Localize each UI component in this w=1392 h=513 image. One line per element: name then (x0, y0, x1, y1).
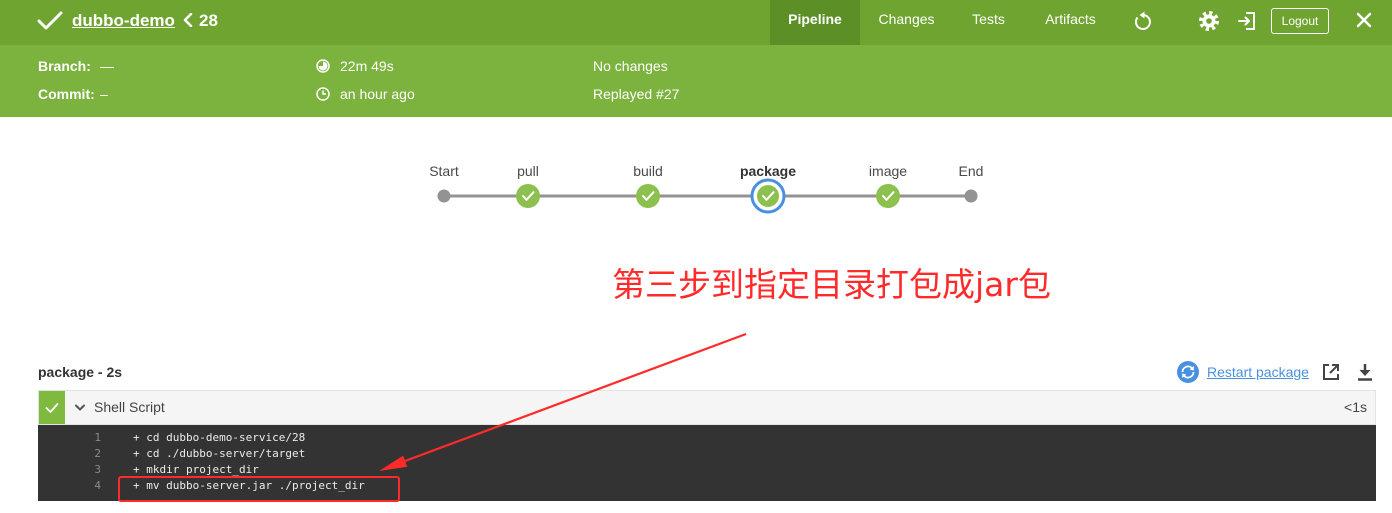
clock-icon (316, 87, 330, 101)
stage-node-build[interactable] (636, 184, 660, 208)
log-line-number[interactable]: 4 (38, 478, 101, 494)
commit-value: – (100, 86, 108, 102)
step-duration: <1s (1344, 399, 1367, 415)
run-number: 28 (199, 11, 218, 30)
log-line-text: + cd dubbo-demo-service/28 (133, 431, 306, 444)
gear-icon[interactable] (1198, 10, 1220, 32)
logout-button[interactable]: Logout (1271, 8, 1329, 34)
commit-label: Commit: (38, 86, 95, 102)
log-line-text: + cd ./dubbo-server/target (133, 447, 306, 460)
arrow-head (379, 455, 408, 471)
chevron-down-icon[interactable] (74, 403, 86, 413)
run-summary: Branch: — Commit: – 22m 49s an hour ago … (0, 45, 1392, 117)
stage-node-image[interactable] (876, 184, 900, 208)
exit-icon[interactable] (1237, 11, 1257, 31)
restart-stage-link[interactable]: Restart package (1207, 364, 1309, 380)
stage-node-start (437, 189, 451, 203)
pie-timer-icon (316, 59, 330, 73)
chevron-left-icon (183, 13, 193, 27)
tab-changes[interactable]: Changes (866, 0, 947, 45)
annotation-text: 第三步到指定目录打包成jar包 (612, 265, 1051, 304)
download-icon[interactable] (1355, 362, 1375, 382)
replayed-info: Replayed #27 (593, 86, 680, 102)
run-duration: 22m 49s (340, 58, 394, 74)
external-link-icon[interactable] (1321, 362, 1341, 382)
stage-node-end (964, 189, 978, 203)
pipeline-name-link[interactable]: dubbo-demo (72, 10, 175, 32)
tab-pipeline[interactable]: Pipeline (770, 0, 860, 45)
branch-value: — (100, 58, 114, 74)
close-icon[interactable] (1356, 12, 1372, 28)
run-header: dubbo-demo 28 Pipeline Changes Tests Art… (0, 0, 1392, 45)
step-status (39, 391, 65, 424)
branch-label: Branch: (38, 58, 91, 74)
run-started: an hour ago (340, 86, 415, 102)
replay-icon[interactable] (1134, 11, 1152, 31)
log-line-number[interactable]: 1 (38, 430, 101, 446)
highlight-box (118, 476, 400, 502)
annotation-arrow (379, 332, 747, 471)
step-name: Shell Script (94, 399, 165, 415)
check-icon (45, 403, 59, 413)
stage-node-pull[interactable] (516, 184, 540, 208)
check-icon (37, 11, 63, 30)
tab-tests[interactable]: Tests (958, 0, 1019, 45)
changes-summary: No changes (593, 58, 668, 74)
log-line-number[interactable]: 2 (38, 446, 101, 462)
tab-artifacts[interactable]: Artifacts (1030, 0, 1111, 45)
log-line-number[interactable]: 3 (38, 462, 101, 478)
arrow-shaft (404, 332, 747, 463)
stage-node-package[interactable] (750, 178, 786, 214)
stage-title: package - 2s (38, 364, 123, 380)
restart-icon[interactable] (1177, 361, 1199, 383)
pipeline-graph (437, 178, 978, 214)
